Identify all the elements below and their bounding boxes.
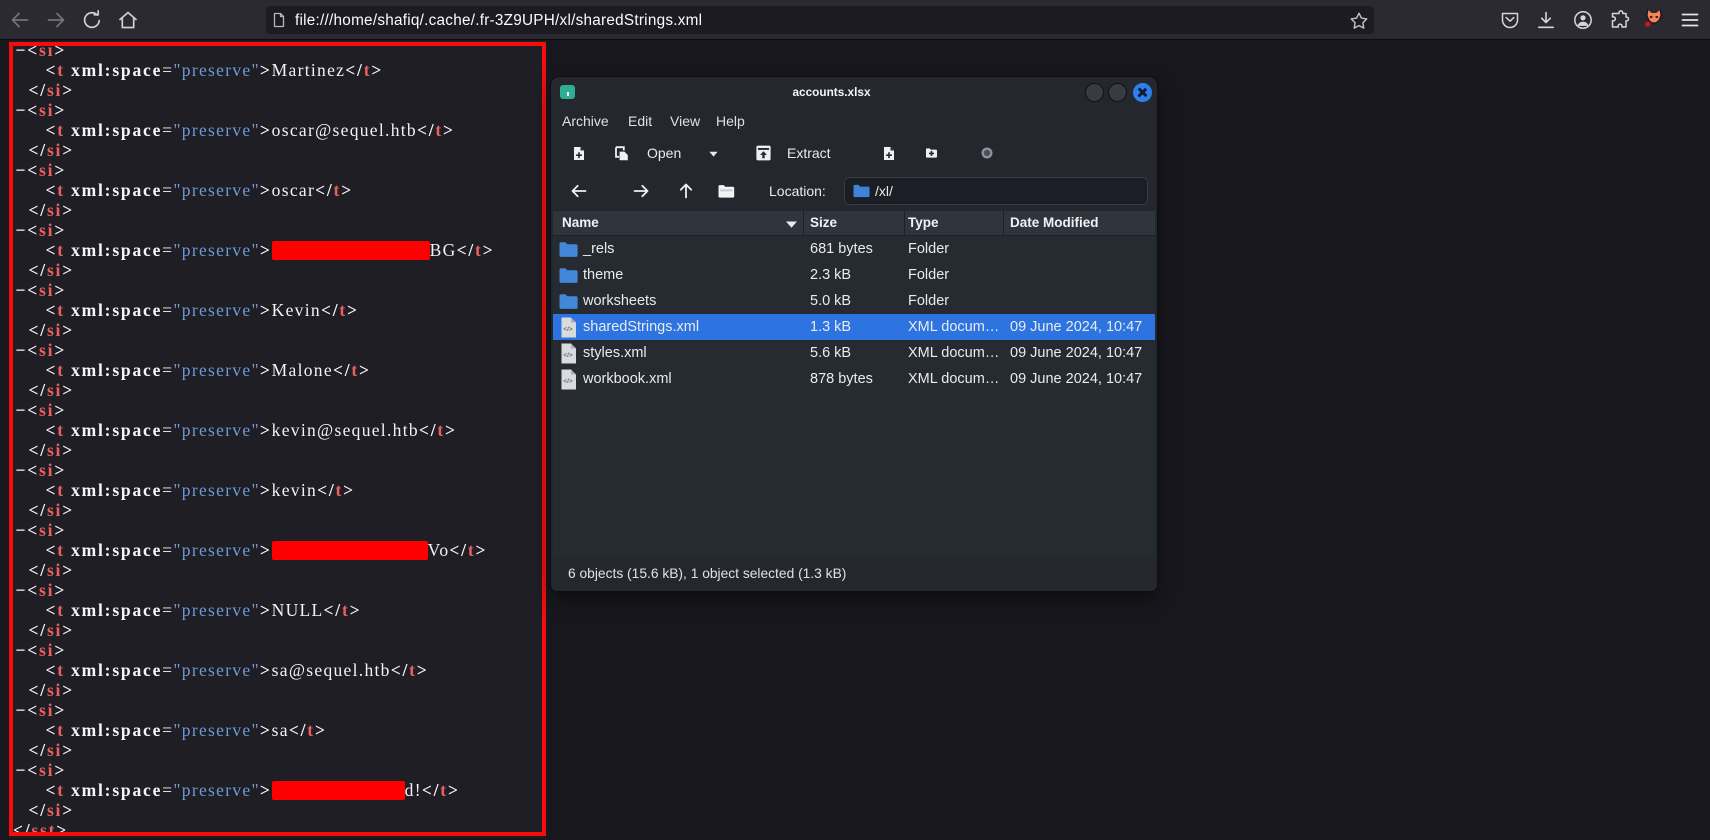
svg-text:</>: </>	[563, 352, 573, 359]
svg-text:</>: </>	[563, 378, 573, 385]
svg-text:</>: </>	[563, 326, 573, 333]
